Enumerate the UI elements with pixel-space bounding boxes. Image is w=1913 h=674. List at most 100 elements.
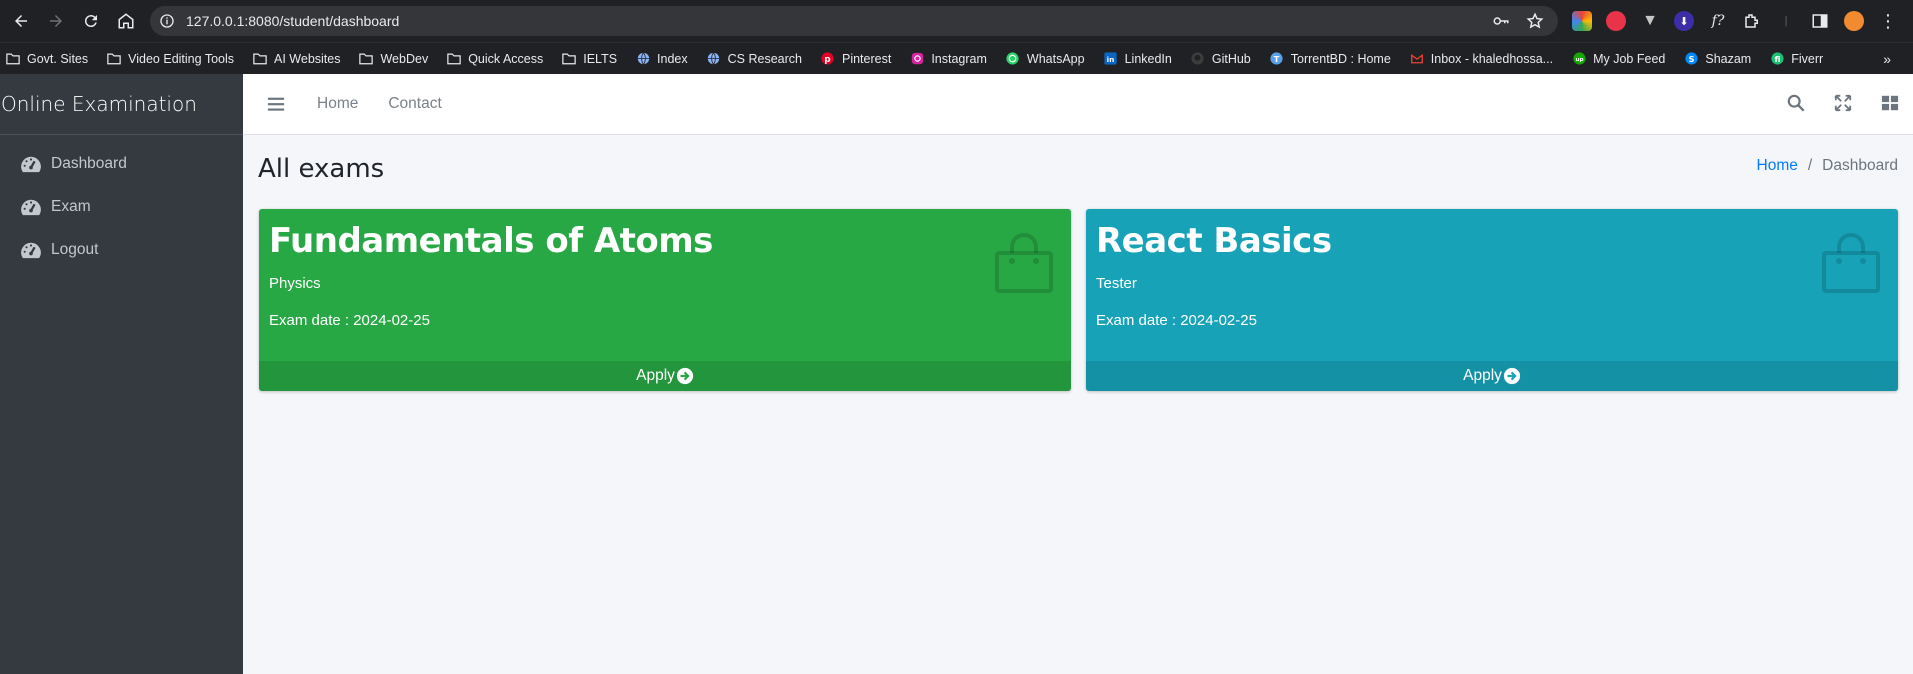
- sidebar-item-exam[interactable]: Exam: [0, 185, 243, 228]
- forward-button[interactable]: [42, 7, 70, 35]
- formula-extension-icon[interactable]: f?: [1708, 11, 1728, 31]
- sidebar-item-logout[interactable]: Logout: [0, 228, 243, 271]
- red-extension-icon[interactable]: [1606, 11, 1626, 31]
- reload-icon: [84, 15, 97, 28]
- folder-icon: [562, 52, 576, 66]
- site-info-icon[interactable]: [158, 12, 176, 30]
- vee-extension-icon[interactable]: ▼: [1640, 11, 1660, 31]
- github-icon: [1191, 52, 1205, 66]
- linkedin-icon: in: [1104, 52, 1118, 66]
- bookmark-item[interactable]: Index: [636, 52, 688, 66]
- exam-card: Fundamentals of Atoms Physics Exam date …: [259, 209, 1071, 391]
- breadcrumb-current: Dashboard: [1822, 157, 1898, 174]
- back-button[interactable]: [7, 7, 35, 35]
- back-arrow-icon: [15, 15, 27, 27]
- bookmark-label: AI Websites: [274, 51, 341, 66]
- side-panel-icon[interactable]: [1810, 11, 1830, 31]
- hamburger-menu-icon[interactable]: [267, 94, 287, 114]
- profile-avatar[interactable]: [1844, 11, 1864, 31]
- tachometer-icon: [20, 155, 42, 173]
- puzzle-extensions-icon[interactable]: [1742, 11, 1762, 31]
- exam-date: Exam date : 2024-02-25: [269, 312, 430, 329]
- bookmark-item[interactable]: AI Websites: [253, 52, 340, 66]
- download-extension-icon[interactable]: ⬇: [1674, 11, 1694, 31]
- bookmark-item[interactable]: up My Job Feed: [1572, 52, 1665, 66]
- breadcrumb-home-link[interactable]: Home: [1757, 157, 1798, 174]
- bookmark-label: Shazam: [1705, 51, 1752, 66]
- svg-text:S: S: [1688, 54, 1694, 64]
- bookmark-item[interactable]: S Shazam: [1684, 52, 1751, 66]
- apply-label: Apply: [636, 367, 675, 384]
- bookmark-label: TorrentBD : Home: [1290, 51, 1391, 66]
- bookmark-item[interactable]: in LinkedIn: [1104, 52, 1172, 66]
- shopping-bag-icon: [995, 233, 1053, 293]
- page-title: All exams: [258, 154, 385, 184]
- whatsapp-icon: [1006, 52, 1020, 66]
- tachometer-icon: [20, 198, 42, 216]
- bookmark-item[interactable]: p Pinterest: [821, 52, 891, 66]
- arrow-circle-right-icon: [676, 367, 693, 385]
- bookmark-item[interactable]: GitHub: [1191, 52, 1251, 66]
- bookmark-item[interactable]: Inbox - khaledhossa...: [1410, 52, 1553, 66]
- instagram-icon: [910, 52, 924, 66]
- bookmark-item[interactable]: T TorrentBD : Home: [1270, 52, 1391, 66]
- svg-text:p: p: [825, 55, 831, 65]
- svg-text:T: T: [1274, 54, 1280, 64]
- breadcrumb: Home / Dashboard: [1757, 157, 1899, 175]
- color-extension-icon[interactable]: [1572, 11, 1592, 31]
- fullscreen-icon[interactable]: [1819, 94, 1866, 112]
- divider: |: [1784, 15, 1788, 27]
- search-icon[interactable]: [1772, 94, 1819, 112]
- content-header: All exams Home / Dashboard: [258, 150, 1898, 190]
- apply-button[interactable]: Apply: [259, 361, 1071, 391]
- exam-date: Exam date : 2024-02-25: [1096, 312, 1257, 329]
- extensions-area: ▼ ⬇ f? | ⋮: [1572, 11, 1898, 31]
- sidebar: Online Examination Dashboard Exam Logout: [0, 74, 243, 674]
- bookmark-item[interactable]: Govt. Sites: [6, 52, 88, 66]
- bookmark-item[interactable]: fi Fiverr: [1770, 52, 1823, 66]
- exam-subject: Tester: [1096, 275, 1137, 292]
- reload-button[interactable]: [77, 7, 105, 35]
- folder-icon: [107, 52, 121, 66]
- folder-icon: [253, 52, 267, 66]
- exam-card: React Basics Tester Exam date : 2024-02-…: [1086, 209, 1898, 391]
- apply-label: Apply: [1463, 367, 1502, 384]
- top-navbar: Home Contact: [243, 74, 1913, 135]
- bookmark-item[interactable]: CS Research: [707, 52, 802, 66]
- fiverr-icon: fi: [1770, 52, 1784, 66]
- grid-apps-icon[interactable]: [1866, 94, 1913, 112]
- bookmark-item[interactable]: Video Editing Tools: [107, 52, 234, 66]
- nav-link-contact[interactable]: Contact: [388, 95, 441, 113]
- bookmark-item[interactable]: WebDev: [359, 52, 428, 66]
- pinterest-icon: p: [821, 52, 835, 66]
- folder-icon: [359, 52, 374, 66]
- bookmark-label: LinkedIn: [1124, 51, 1172, 66]
- bookmark-item[interactable]: WhatsApp: [1006, 52, 1085, 66]
- url-text: 127.0.0.1:8080/student/dashboard: [186, 13, 400, 29]
- more-bookmarks-icon[interactable]: »: [1883, 51, 1891, 67]
- bookmark-label: Video Editing Tools: [128, 51, 235, 66]
- bookmark-label: Instagram: [931, 51, 987, 66]
- home-button[interactable]: [112, 7, 140, 35]
- globe-icon: [636, 52, 650, 66]
- folder-icon: [447, 52, 461, 66]
- shazam-icon: S: [1684, 52, 1698, 66]
- kebab-menu-icon[interactable]: ⋮: [1878, 11, 1898, 31]
- password-key-icon[interactable]: [1492, 12, 1510, 30]
- apply-button[interactable]: Apply: [1086, 361, 1898, 391]
- bookmark-item[interactable]: IELTS: [562, 52, 617, 66]
- sidebar-item-label: Dashboard: [51, 154, 127, 172]
- bookmark-label: Fiverr: [1791, 51, 1824, 66]
- brand-title[interactable]: Online Examination: [0, 74, 243, 135]
- arrow-circle-right-icon: [1503, 367, 1520, 385]
- address-bar[interactable]: 127.0.0.1:8080/student/dashboard: [150, 6, 1558, 36]
- bookmark-label: My Job Feed: [1593, 51, 1666, 66]
- bookmarks-bar: Govt. Sites Video Editing Tools AI Website…: [0, 42, 1913, 74]
- bookmark-star-icon[interactable]: [1526, 12, 1544, 30]
- forward-arrow-icon: [50, 15, 62, 27]
- bookmark-label: Index: [657, 51, 688, 66]
- bookmark-item[interactable]: Instagram: [910, 52, 987, 66]
- bookmark-item[interactable]: Quick Access: [447, 52, 543, 66]
- nav-link-home[interactable]: Home: [317, 95, 358, 113]
- sidebar-item-dashboard[interactable]: Dashboard: [0, 142, 243, 185]
